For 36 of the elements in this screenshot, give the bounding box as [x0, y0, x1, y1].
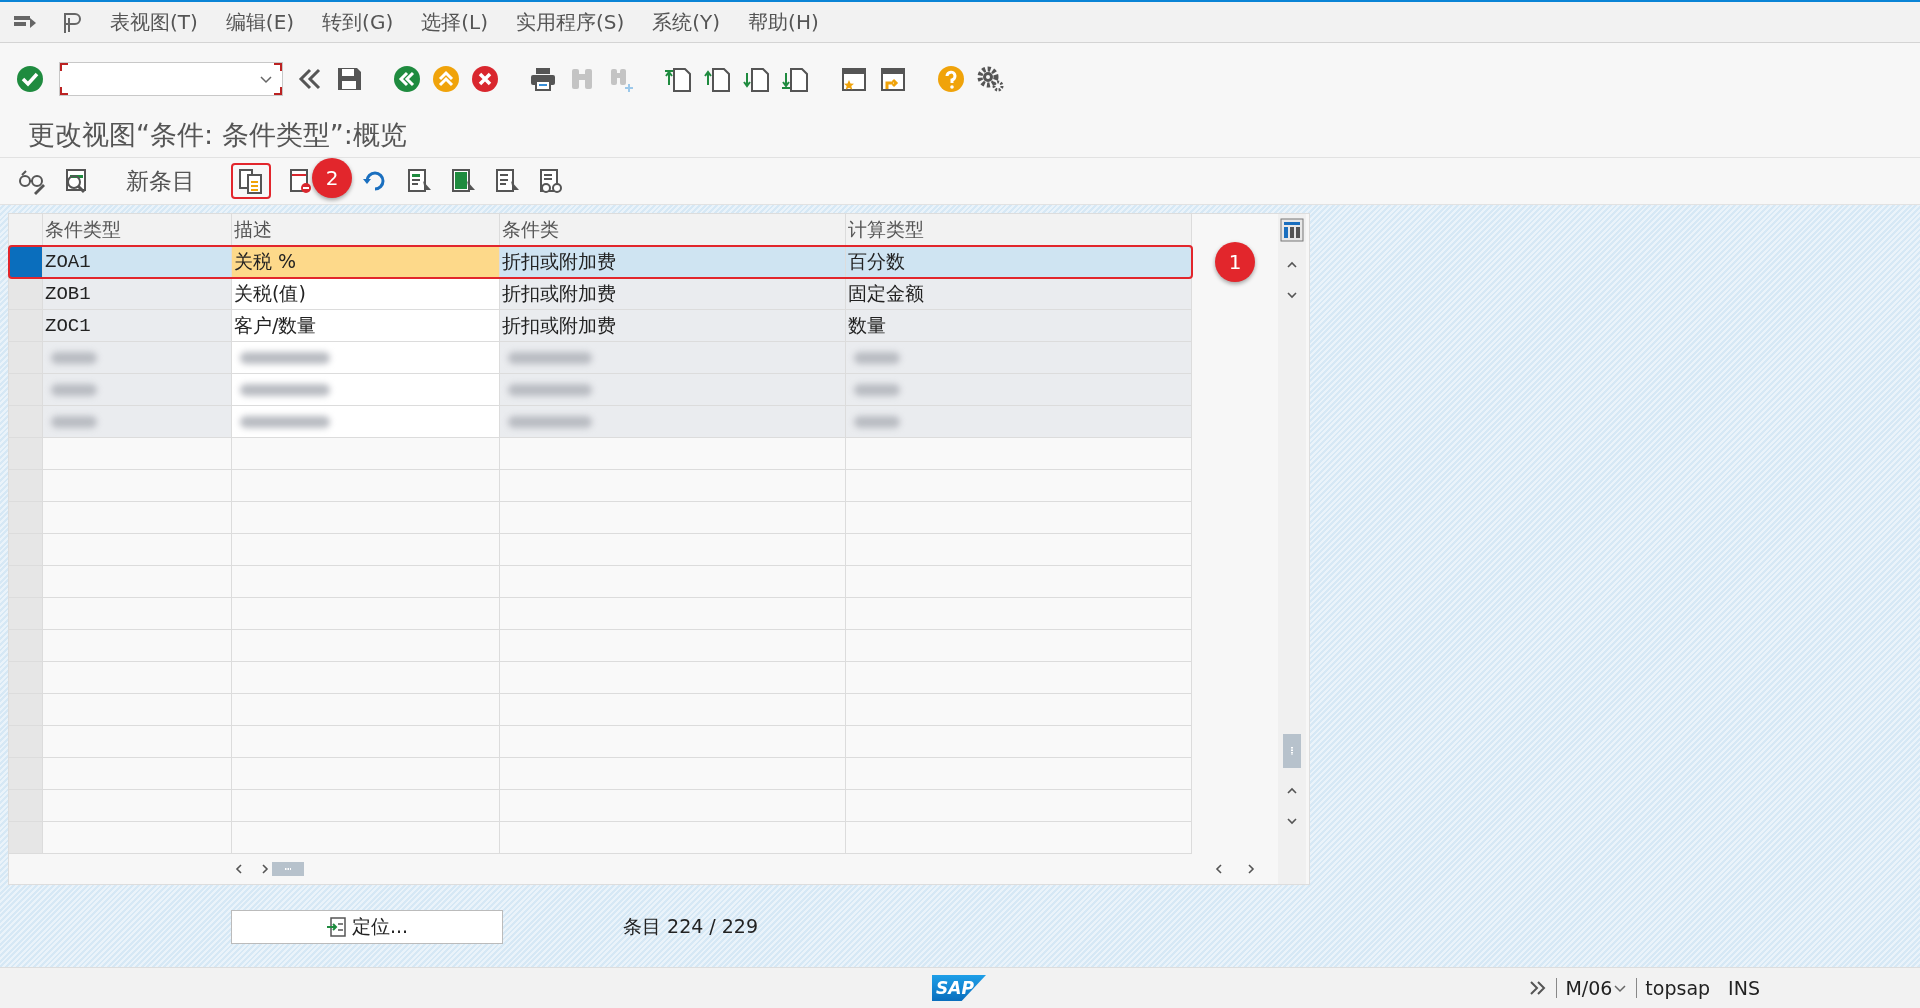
table-row[interactable]: ZOC1 客户/数量 折扣或附加费 数量: [9, 310, 1192, 342]
table-cell: 百分数: [846, 246, 1192, 277]
input-mode: INS: [1728, 977, 1760, 999]
annotation-badge: 1: [1215, 242, 1255, 282]
table-cell[interactable]: 客户/数量: [232, 310, 500, 341]
menu-item[interactable]: 帮助(H): [734, 8, 833, 36]
table-cell[interactable]: 关税(值): [232, 278, 500, 309]
entry-count: 条目 224 / 229: [623, 914, 759, 939]
table-cell: ZOC1: [43, 310, 232, 341]
menu-item[interactable]: 系统(Y): [638, 8, 735, 36]
annotation-badge: 2: [312, 158, 352, 198]
highlighted-table-row[interactable]: ZOA1 关税 % 折扣或附加费 百分数: [9, 246, 1192, 278]
table-cell: 固定金额: [846, 278, 1192, 309]
table-cell: 折扣或附加费: [500, 278, 846, 309]
sap-logo: SAP: [932, 975, 986, 1001]
table-cell: 数量: [846, 310, 1192, 341]
table-cell[interactable]: 关税 %: [232, 246, 500, 277]
column-header[interactable]: 条件类: [500, 214, 846, 245]
table-cell: ZOA1: [43, 246, 232, 277]
column-header[interactable]: 条件类型: [43, 214, 232, 245]
session-info: M/06: [1565, 977, 1613, 999]
table-row[interactable]: ZOB1 关税(值) 折扣或附加费 固定金额: [9, 278, 1192, 310]
menu-item[interactable]: 表视图(T): [96, 8, 212, 36]
column-header[interactable]: 计算类型: [846, 214, 1192, 245]
table-cell: 折扣或附加费: [500, 246, 846, 277]
menu-item[interactable]: 实用程序(S): [501, 8, 639, 36]
menu-item[interactable]: 编辑(E): [211, 8, 309, 36]
table-cell: ZOB1: [43, 278, 232, 309]
client-name: topsap: [1645, 977, 1711, 999]
locate-button[interactable]: 定位...: [231, 910, 503, 944]
new-entries-button[interactable]: 新条目: [106, 165, 215, 197]
menu-item[interactable]: 选择(L): [407, 8, 502, 36]
table-cell: 折扣或附加费: [500, 310, 846, 341]
column-header[interactable]: 描述: [232, 214, 500, 245]
screen-title: 更改视图“条件: 条件类型”:概览: [28, 118, 407, 152]
menu-item[interactable]: 转到(G): [308, 8, 408, 36]
